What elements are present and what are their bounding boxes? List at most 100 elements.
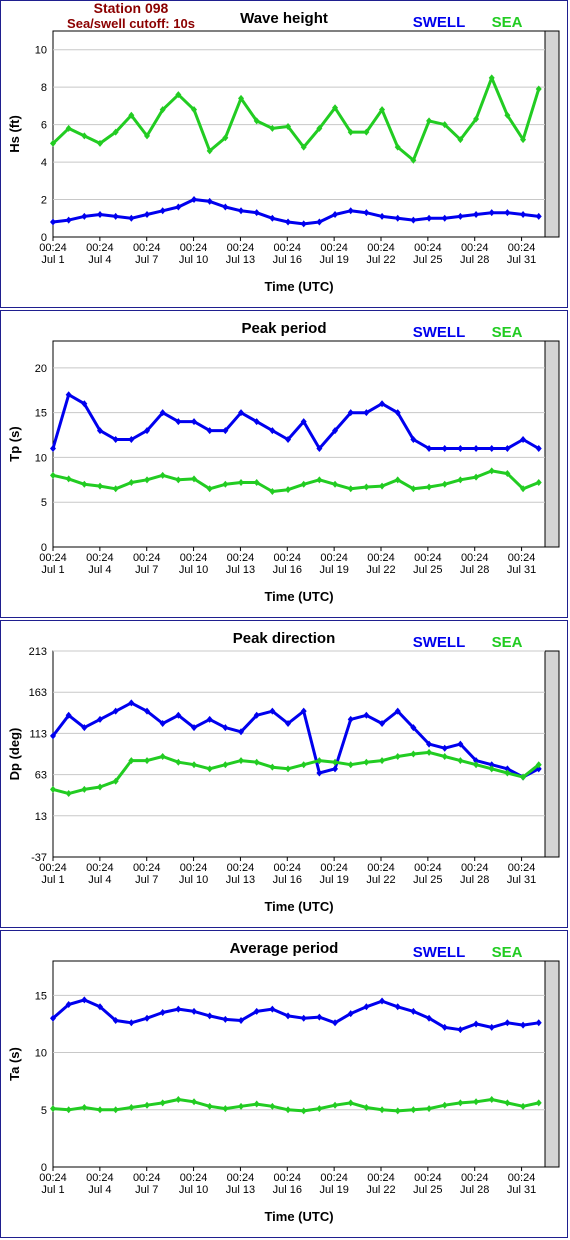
legend-sea: SEA [492,944,523,961]
x-tick-time: 00:24 [461,862,489,874]
x-tick-time: 00:24 [461,242,489,254]
x-tick-date: Jul 25 [413,1184,442,1196]
y-tick-label: 13 [35,811,47,823]
legend-sea: SEA [492,634,523,651]
x-tick-date: Jul 19 [319,874,348,886]
x-tick-date: Jul 31 [507,1184,536,1196]
x-tick-date: Jul 16 [273,564,302,576]
x-tick-date: Jul 13 [226,254,255,266]
x-tick-date: Jul 1 [41,254,64,266]
x-tick-time: 00:24 [133,1172,161,1184]
future-band [544,30,560,238]
x-tick-time: 00:24 [227,552,255,564]
x-tick-date: Jul 1 [41,874,64,886]
chart-title: Average period [230,940,339,957]
x-tick-time: 00:24 [367,552,395,564]
x-tick-date: Jul 22 [366,874,395,886]
x-tick-time: 00:24 [320,242,348,254]
x-tick-time: 00:24 [367,862,395,874]
peak-period-panel: 0 5 10 15 20 00:24 Jul 1 00:24 Jul 4 00:24 Jul 7 00… [0,310,568,618]
x-tick-date: Jul 7 [135,1184,158,1196]
x-tick-date: Jul 1 [41,564,64,576]
x-tick-time: 00:24 [320,862,348,874]
x-tick-time: 00:24 [461,1172,489,1184]
x-tick-date: Jul 4 [88,1184,111,1196]
x-tick-time: 00:24 [86,552,114,564]
x-tick-time: 00:24 [86,1172,114,1184]
x-tick-time: 00:24 [39,862,67,874]
x-tick-time: 00:24 [180,552,208,564]
chart-title: Wave height [240,10,328,27]
future-band [544,960,560,1168]
x-axis-label: Time (UTC) [264,899,333,914]
x-tick-date: Jul 16 [273,254,302,266]
y-axis-label: Ta (s) [7,1047,22,1081]
x-tick-time: 00:24 [180,242,208,254]
y-tick-label: 20 [35,363,47,375]
x-axis-label: Time (UTC) [264,279,333,294]
x-tick-date: Jul 4 [88,564,111,576]
legend-swell: SWELL [413,324,466,341]
x-tick-time: 00:24 [414,242,442,254]
y-tick-label: 10 [35,45,47,57]
x-tick-time: 00:24 [367,242,395,254]
x-tick-time: 00:24 [320,552,348,564]
x-tick-time: 00:24 [133,242,161,254]
x-tick-time: 00:24 [227,862,255,874]
x-tick-date: Jul 22 [366,564,395,576]
y-tick-label: 213 [29,646,47,658]
x-tick-date: Jul 13 [226,1184,255,1196]
legend-sea: SEA [492,14,523,31]
y-tick-label: 4 [41,157,47,169]
y-tick-label: 10 [35,1048,47,1060]
chart-title: Peak period [241,320,326,337]
x-tick-time: 00:24 [367,1172,395,1184]
x-tick-time: 00:24 [180,862,208,874]
average-period-panel: 0 5 10 15 00:24 Jul 1 00:24 Jul 4 00:24 Jul 7 00:2… [0,930,568,1238]
x-tick-date: Jul 4 [88,254,111,266]
y-axis-label: Dp (deg) [7,728,22,781]
x-tick-date: Jul 7 [135,254,158,266]
x-tick-time: 00:24 [133,552,161,564]
x-tick-date: Jul 25 [413,564,442,576]
x-tick-date: Jul 31 [507,564,536,576]
x-tick-time: 00:24 [227,1172,255,1184]
average-period-chart: 05101500:24Jul 100:24Jul 400:24Jul 700:2… [7,940,560,1224]
y-tick-label: 10 [35,452,47,464]
future-band [544,340,560,548]
x-tick-time: 00:24 [508,1172,536,1184]
x-tick-date: Jul 31 [507,254,536,266]
x-tick-date: Jul 19 [319,254,348,266]
plot-area [52,960,546,1168]
x-tick-date: Jul 4 [88,874,111,886]
x-tick-date: Jul 19 [319,564,348,576]
x-tick-date: Jul 13 [226,874,255,886]
x-axis-label: Time (UTC) [264,1209,333,1224]
x-tick-time: 00:24 [274,862,302,874]
x-tick-date: Jul 28 [460,874,489,886]
x-axis-label: Time (UTC) [264,589,333,604]
y-tick-label: 8 [41,82,47,94]
x-tick-time: 00:24 [39,242,67,254]
x-tick-time: 00:24 [180,1172,208,1184]
x-tick-date: Jul 16 [273,874,302,886]
x-tick-date: Jul 10 [179,1184,208,1196]
legend-swell: SWELL [413,634,466,651]
x-tick-date: Jul 28 [460,1184,489,1196]
x-tick-date: Jul 13 [226,564,255,576]
wave-height-panel: Station 098 Sea/swell cutoff: 10s 024681… [0,0,568,308]
x-tick-time: 00:24 [508,862,536,874]
y-tick-label: 5 [41,497,47,509]
plot-area [52,30,546,238]
x-tick-date: Jul 7 [135,564,158,576]
wave-height-chart: 024681000:24Jul 100:24Jul 400:24Jul 700:… [7,10,560,294]
y-tick-label: 63 [35,770,47,782]
x-tick-date: Jul 25 [413,254,442,266]
x-tick-date: Jul 22 [366,254,395,266]
y-tick-label: 15 [35,990,47,1002]
x-tick-time: 00:24 [414,862,442,874]
x-tick-date: Jul 28 [460,564,489,576]
x-tick-date: Jul 28 [460,254,489,266]
x-tick-time: 00:24 [274,242,302,254]
x-tick-time: 00:24 [39,552,67,564]
